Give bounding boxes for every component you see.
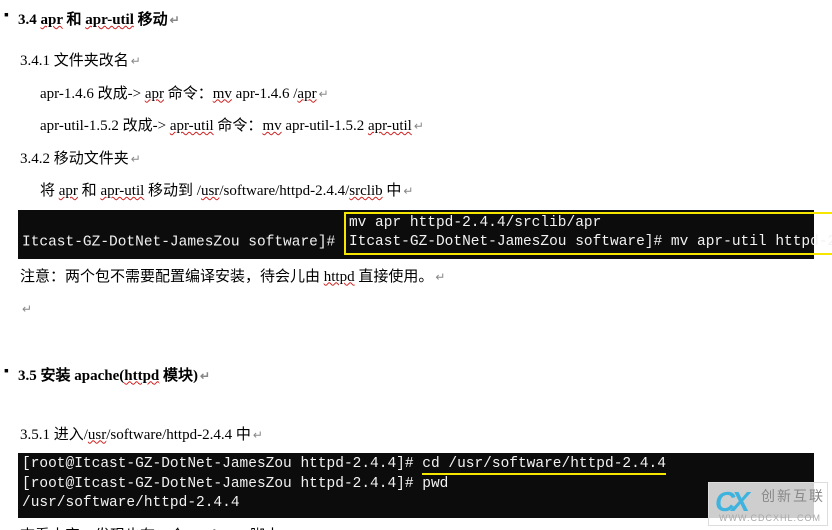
terminal-block-2: [root@Itcast-GZ-DotNet-JamesZou httpd-2.… bbox=[18, 453, 814, 518]
p-351-desc: 查看内容，发现也有一个 configure 脚本↵ bbox=[18, 522, 814, 530]
line-end-icon: ↵ bbox=[198, 370, 210, 384]
section-3-4-heading: 3.4 apr 和 apr-util 移动↵ bbox=[18, 8, 814, 29]
p-341: 3.4.1 文件夹改名↵ bbox=[18, 47, 814, 76]
p-342: 3.4.2 移动文件夹↵ bbox=[18, 145, 814, 174]
watermark-logo: CX 创新互联 WWW.CDCXHL.COM bbox=[708, 482, 828, 526]
section-3-5-heading: 3.5 安装 apache(httpd 模块)↵ bbox=[18, 364, 814, 385]
p-341-cmd1: apr-1.4.6 改成-> apr 命令：mv apr-1.4.6 /apr↵ bbox=[18, 80, 814, 109]
p-342-note: 注意：两个包不需要配置编译安装，待会儿由 httpd 直接使用。↵ bbox=[18, 263, 814, 292]
heading-mid: 和 bbox=[63, 12, 86, 28]
terminal-output: [root@Itcast-GZ-DotNet-JamesZou httpd-2.… bbox=[18, 453, 814, 518]
p-341-cmd2: apr-util-1.5.2 改成-> apr-util 命令：mv apr-u… bbox=[18, 112, 814, 141]
term-underline: cd /usr/software/httpd-2.4.4 bbox=[422, 456, 666, 475]
term-prompt: Itcast-GZ-DotNet-JamesZou software]# bbox=[349, 234, 671, 250]
p-342-desc: 将 apr 和 apr-util 移动到 /usr/software/httpd… bbox=[18, 177, 814, 206]
term-prompt: Itcast-GZ-DotNet-JamesZou software]# bbox=[22, 234, 344, 250]
line-end-icon: ↵ bbox=[412, 120, 424, 134]
heading-apr-util: apr-util bbox=[85, 12, 134, 28]
line-end-icon: ↵ bbox=[317, 88, 329, 102]
term-line: [root@Itcast-GZ-DotNet-JamesZou httpd-2.… bbox=[22, 476, 448, 492]
terminal-output: Itcast-GZ-DotNet-JamesZou software]# mv … bbox=[18, 210, 814, 259]
line-end-icon: ↵ bbox=[129, 55, 141, 69]
line-end-icon: ↵ bbox=[401, 185, 413, 199]
line-end-icon: ↵ bbox=[129, 153, 141, 167]
line-end-icon: ↵ bbox=[433, 271, 445, 285]
line-end-icon: ↵ bbox=[168, 14, 180, 28]
term-prompt: [root@Itcast-GZ-DotNet-JamesZou httpd-2.… bbox=[22, 456, 422, 472]
logo-url-text: WWW.CDCXHL.COM bbox=[719, 513, 821, 523]
term-highlight-box: mv apr httpd-2.4.4/srclib/apr Itcast-GZ-… bbox=[344, 212, 832, 255]
terminal-block-1: Itcast-GZ-DotNet-JamesZou software]# mv … bbox=[18, 210, 814, 259]
p-351: 3.5.1 进入/usr/software/httpd-2.4.4 中↵ bbox=[18, 421, 814, 450]
logo-cn-text: 创新互联 bbox=[761, 486, 825, 506]
heading-text: 3.4 bbox=[18, 12, 41, 28]
term-line: /usr/software/httpd-2.4.4 bbox=[22, 495, 240, 511]
empty-line: ↵ bbox=[18, 295, 814, 324]
heading-suffix: 移动 bbox=[134, 12, 168, 28]
heading-apr: apr bbox=[41, 12, 63, 28]
line-end-icon: ↵ bbox=[20, 303, 32, 317]
line-end-icon: ↵ bbox=[251, 429, 263, 443]
